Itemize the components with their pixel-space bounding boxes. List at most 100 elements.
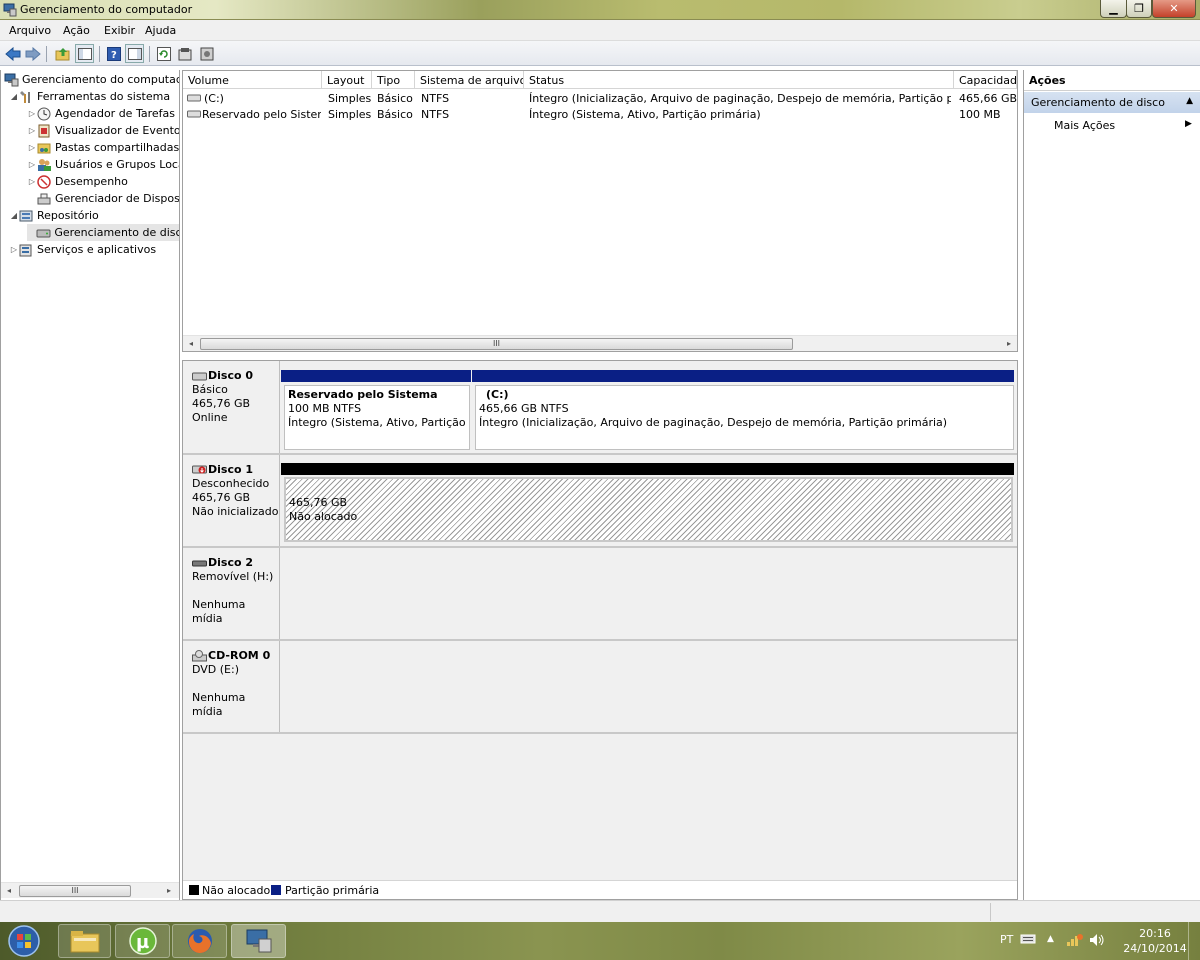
taskbar-computer-management-button[interactable] <box>231 924 286 958</box>
collapsed-arrow-icon[interactable]: ▷ <box>27 126 37 135</box>
back-button[interactable] <box>3 44 22 63</box>
minimize-button[interactable]: ▁ <box>1100 0 1127 18</box>
disk-label[interactable]: Disco 2 Removível (H:) Nenhuma mídia <box>183 548 280 639</box>
expanded-arrow-icon[interactable]: ◢ <box>9 211 19 220</box>
collapsed-arrow-icon[interactable]: ▷ <box>27 109 37 118</box>
properties-button[interactable] <box>175 44 194 63</box>
taskbar-explorer-button[interactable] <box>58 924 111 958</box>
expanded-arrow-icon[interactable]: ◢ <box>9 92 19 101</box>
clock-date[interactable]: 24/10/2014 <box>1120 942 1190 955</box>
disk-row-disco-0[interactable]: Disco 0 Básico 465,76 GB Online Reservad… <box>183 361 1017 455</box>
tree-horizontal-scrollbar[interactable]: ◂ III ▸ <box>1 882 179 898</box>
tree-item-device-manager[interactable]: Gerenciador de Disposit <box>27 190 179 207</box>
network-icon[interactable] <box>1066 932 1084 951</box>
action-pane-icon <box>127 47 142 60</box>
tree-item-shared-folders[interactable]: ▷ Pastas compartilhadas <box>27 139 179 156</box>
menu-acao[interactable]: Ação <box>63 24 90 37</box>
tree-item-label: Agendador de Tarefas <box>55 107 175 120</box>
volume-list-horizontal-scrollbar[interactable]: ◂ III ▸ <box>183 335 1017 351</box>
disk-options-button[interactable] <box>197 44 216 63</box>
tree-item-system-tools[interactable]: ◢ Ferramentas do sistema <box>9 88 170 105</box>
tree-item-label: Usuários e Grupos Loca <box>55 158 180 171</box>
collapsed-arrow-icon[interactable]: ▷ <box>27 177 37 186</box>
scroll-right-icon[interactable]: ▸ <box>1004 339 1014 348</box>
menu-bar: Arquivo Ação Exibir Ajuda <box>0 20 1200 41</box>
disk-row-disco-1[interactable]: Disco 1 Desconhecido 465,76 GB Não inici… <box>183 455 1017 548</box>
maximize-button[interactable]: ❐ <box>1126 0 1152 18</box>
clock-time[interactable]: 20:16 <box>1130 927 1180 940</box>
tree-item-label: Gerenciamento do computado <box>22 73 180 86</box>
partition-title: (C:) <box>486 388 509 401</box>
column-header-layout[interactable]: Layout <box>322 71 372 89</box>
legend-swatch-unallocated <box>189 885 199 895</box>
start-button[interactable] <box>4 924 44 958</box>
help-button[interactable]: ? <box>104 44 123 63</box>
close-button[interactable]: ✕ <box>1152 0 1196 18</box>
disk-row-disco-2[interactable]: Disco 2 Removível (H:) Nenhuma mídia <box>183 548 1017 641</box>
actions-section-disk-management[interactable]: Gerenciamento de disco ▲ <box>1024 92 1200 113</box>
cell-volume: (C:) <box>204 92 224 105</box>
up-folder-button[interactable] <box>53 44 72 63</box>
column-header-capacity[interactable]: Capacidade <box>954 71 1017 89</box>
toolbar-separator <box>46 46 47 62</box>
column-header-volume[interactable]: Volume <box>183 71 322 89</box>
taskbar-utorrent-button[interactable]: µ <box>115 924 170 958</box>
partition-system-reserved[interactable]: Reservado pelo Sistema 100 MB NTFS Ínteg… <box>284 385 470 450</box>
tree-item-event-viewer[interactable]: ▷ Visualizador de Eventos <box>27 122 179 139</box>
actions-section-label: Gerenciamento de disco <box>1031 96 1165 109</box>
menu-exibir[interactable]: Exibir <box>104 24 135 37</box>
refresh-button[interactable] <box>154 44 173 63</box>
disk-label[interactable]: Disco 1 Desconhecido 465,76 GB Não inici… <box>183 455 280 546</box>
scroll-right-icon[interactable]: ▸ <box>164 886 174 895</box>
title-bar[interactable]: Gerenciamento do computador ▁ ❐ ✕ <box>0 0 1200 20</box>
tree-item-storage[interactable]: ◢ Repositório <box>9 207 99 224</box>
forward-button[interactable] <box>23 44 42 63</box>
column-header-file-system[interactable]: Sistema de arquivos <box>415 71 524 89</box>
disk-label[interactable]: CD-ROM 0 DVD (E:) Nenhuma mídia <box>183 641 280 732</box>
more-actions-item[interactable]: Mais Ações <box>1054 119 1115 132</box>
volume-drive-icon <box>187 93 201 106</box>
menu-arquivo[interactable]: Arquivo <box>9 24 51 37</box>
scroll-thumb[interactable]: III <box>200 338 793 350</box>
volume-icon[interactable] <box>1088 932 1106 951</box>
performance-icon <box>37 174 52 189</box>
disk-type: Removível (H:) <box>192 570 274 583</box>
tree-item-local-users-groups[interactable]: ▷ Usuários e Grupos Loca <box>27 156 180 173</box>
services-icon <box>19 243 34 257</box>
taskbar-firefox-button[interactable] <box>172 924 227 958</box>
show-hidden-icons-icon[interactable]: ▲ <box>1047 934 1054 944</box>
removable-disk-icon <box>192 558 207 568</box>
partition-c-drive[interactable]: (C:) 465,66 GB NTFS Íntegro (Inicializaç… <box>475 385 1014 450</box>
column-header-type[interactable]: Tipo <box>372 71 415 89</box>
disk-row-cdrom-0[interactable]: CD-ROM 0 DVD (E:) Nenhuma mídia <box>183 641 1017 734</box>
scroll-left-icon[interactable]: ◂ <box>4 886 14 895</box>
collapse-up-icon[interactable]: ▲ <box>1186 96 1193 106</box>
disk-label[interactable]: Disco 0 Básico 465,76 GB Online <box>183 361 280 453</box>
show-hide-tree-button[interactable] <box>75 44 94 63</box>
table-row[interactable]: (C:) Simples Básico NTFS Íntegro (Inicia… <box>183 91 1017 107</box>
scroll-left-icon[interactable]: ◂ <box>186 339 196 348</box>
show-hide-action-pane-button[interactable] <box>125 44 144 63</box>
tree-item-disk-management[interactable]: Gerenciamento de disco <box>27 224 179 241</box>
folder-up-icon <box>55 47 69 60</box>
keyboard-icon[interactable] <box>1020 933 1036 948</box>
scroll-thumb[interactable]: III <box>19 885 131 897</box>
tree-item-services-applications[interactable]: ▷ Serviços e aplicativos <box>9 241 156 258</box>
tree-item-performance[interactable]: ▷ Desempenho <box>27 173 128 190</box>
collapsed-arrow-icon[interactable]: ▷ <box>9 245 19 254</box>
shared-folder-icon <box>37 141 52 155</box>
menu-ajuda[interactable]: Ajuda <box>145 24 176 37</box>
more-actions-label: Mais Ações <box>1054 119 1116 132</box>
input-language-indicator[interactable]: PT <box>1000 933 1013 946</box>
tree-item-computer-management[interactable]: Gerenciamento do computado <box>4 71 180 88</box>
show-desktop-button[interactable] <box>1188 922 1200 960</box>
collapsed-arrow-icon[interactable]: ▷ <box>27 143 37 152</box>
properties-icon <box>178 47 191 60</box>
column-header-status[interactable]: Status <box>524 71 954 89</box>
partition-unallocated[interactable]: 465,76 GB Não alocado <box>284 477 1013 542</box>
collapsed-arrow-icon[interactable]: ▷ <box>27 160 37 169</box>
submenu-arrow-icon[interactable]: ▶ <box>1185 119 1192 129</box>
taskbar: µ PT ▲ 20:16 24/10/2014 <box>0 922 1200 960</box>
table-row[interactable]: Reservado pelo Sistema Simples Básico NT… <box>183 107 1017 123</box>
tree-item-task-scheduler[interactable]: ▷ Agendador de Tarefas <box>27 105 175 122</box>
